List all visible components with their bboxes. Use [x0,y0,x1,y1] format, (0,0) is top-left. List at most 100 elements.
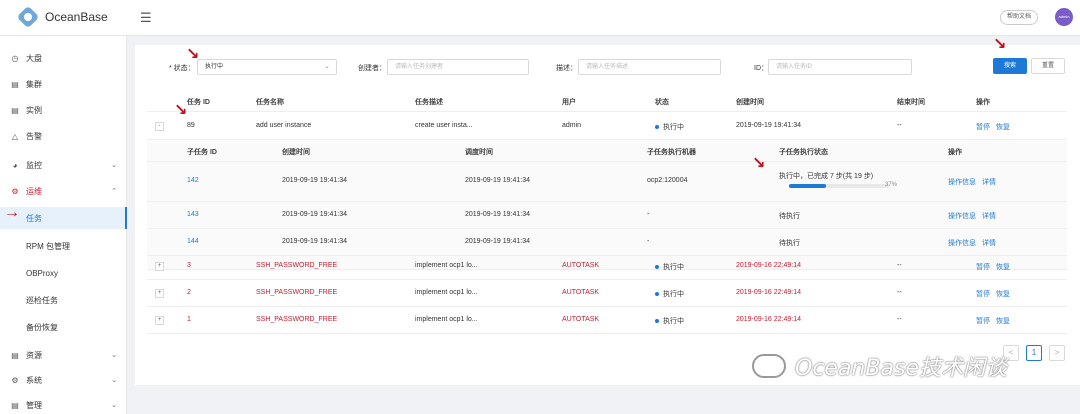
column-header: 子任务执行状态 [779,149,828,156]
task-ended: -- [897,316,902,323]
operation-info-link[interactable]: 操作信息 [948,213,976,220]
task-user: AUTOTASK [562,262,600,269]
logo[interactable]: OceanBase [16,5,108,29]
task-id: 3 [187,262,191,269]
avatar[interactable]: admin [1055,8,1073,26]
expand-icon[interactable]: + [155,289,164,298]
subtask-row[interactable]: 144 2019-09-19 19:41:34 2019-09-19 19:41… [147,229,1067,256]
task-name: SSH_PASSWORD_FREE [256,289,338,296]
sidebar-item-manage[interactable]: ▤ 管理 ⌄ [0,394,127,414]
sidebar-item-dashboard[interactable]: ◷ 大盘 [0,47,127,69]
subtask-scheduled: 2019-09-19 19:41:34 [465,177,530,184]
column-header: 创建时间 [282,149,310,156]
task-status: 执行中 [655,122,684,132]
table-row[interactable]: - 89 add user instance create user insta… [147,113,1067,140]
wrench-icon: ⚙ [11,186,19,196]
sidebar-item-ops[interactable]: ⚙ 运维 ⌃ [0,180,127,202]
help-docs-button[interactable]: 帮助文档 [1000,10,1039,25]
collapse-icon[interactable]: - [155,122,164,131]
status-select[interactable]: 执行中 ⌄ [197,59,337,75]
status-dot-icon [655,265,659,270]
sidebar-item-cluster[interactable]: ▤ 集群 [0,73,127,95]
sidebar-item-label: 告警 [26,131,42,141]
sidebar-item-backup[interactable]: 备份恢复 [0,316,127,338]
sidebar-item-resource[interactable]: ▤ 资源 ⌄ [0,344,127,366]
task-created: 2019-09-19 19:41:34 [736,122,801,129]
pause-link[interactable]: 暂停 [976,264,990,271]
table-row[interactable]: + 3 SSH_PASSWORD_FREE implement ocp1 lo.… [147,253,1067,280]
pause-link[interactable]: 暂停 [976,318,990,325]
description-input[interactable]: 请输入任务描述 [578,59,721,75]
sidebar-item-rpm[interactable]: RPM 包管理 [0,235,127,257]
dashboard-icon: ◕ [12,160,18,170]
column-header: 操作 [976,99,990,106]
subtask-row[interactable]: 143 2019-09-19 19:41:34 2019-09-19 19:41… [147,202,1067,229]
resume-link[interactable]: 恢复 [996,264,1010,271]
status-text: 执行中 [663,124,684,131]
main-panel: * 状态： 执行中 ⌄ 创建者： 请输入任务创建者 描述： 请输入任务描述 ID：… [135,45,1080,385]
sidebar-item-label: RPM 包管理 [26,241,70,251]
expand-icon[interactable]: + [155,316,164,325]
next-page-button[interactable]: > [1049,345,1065,361]
subtask-id-link[interactable]: 143 [187,211,199,218]
menu-toggle-icon[interactable]: ☰ [140,10,152,26]
detail-link[interactable]: 详情 [982,240,996,247]
subtask-state: 执行中，已完成 7 步(共 19 步) [779,173,874,180]
sidebar-item-monitor[interactable]: ◕ 监控 ⌄ [0,154,127,176]
annotation-arrow-icon: ↘ [752,155,766,172]
task-ended: -- [897,122,902,129]
sidebar-item-instance[interactable]: ▤ 实例 [0,99,127,121]
page-1-button[interactable]: 1 [1026,345,1042,361]
sidebar-item-label: OBProxy [26,268,59,278]
status-select-value: 执行中 [205,64,224,70]
search-button[interactable]: 搜索 [993,58,1027,74]
subtask-row[interactable]: 142 2019-09-19 19:41:34 2019-09-19 19:41… [147,162,1067,202]
task-ended: -- [897,262,902,269]
task-created: 2019-09-16 22:49:14 [736,289,801,296]
creator-input[interactable]: 请输入任务创建者 [387,59,529,75]
task-id: 2 [187,289,191,296]
cluster-icon: ▤ [11,79,19,89]
pause-link[interactable]: 暂停 [976,291,990,298]
sidebar-item-label: 资源 [26,350,42,360]
subtask-created: 2019-09-19 19:41:34 [282,177,347,184]
subtask-id-link[interactable]: 144 [187,238,199,245]
sidebar: ◷ 大盘 ▤ 集群 ▤ 实例 △ 告警 ◕ 监控 ⌄ ⚙ 运维 ⌃ 任务 RPM 包管理 OBP… [0,36,127,414]
sidebar-item-label: 集群 [26,79,42,89]
gear-icon: ⚙ [11,375,19,385]
status-filter-label: * 状态： [169,65,195,72]
operation-info-link[interactable]: 操作信息 [948,179,976,186]
sidebar-item-label: 系统 [26,375,42,385]
sidebar-item-inspection[interactable]: 巡检任务 [0,289,127,311]
annotation-arrow-icon: ↘ [993,36,1007,53]
sidebar-item-system[interactable]: ⚙ 系统 ⌄ [0,369,127,391]
pause-link[interactable]: 暂停 [976,124,990,131]
logo-text: OceanBase [45,10,108,24]
operation-info-link[interactable]: 操作信息 [948,240,976,247]
sidebar-item-obproxy[interactable]: OBProxy [0,262,127,284]
table-row[interactable]: + 2 SSH_PASSWORD_FREE implement ocp1 lo.… [147,280,1067,307]
subtask-table: 子任务 ID 创建时间 调度时间 子任务执行机器 子任务执行状态 操作 142 … [147,140,1067,270]
table-header: 任务 ID 任务名称 任务描述 用户 状态 创建时间 结束时间 操作 [147,90,1067,112]
expand-icon[interactable]: + [155,262,164,271]
detail-link[interactable]: 详情 [982,213,996,220]
task-status: 执行中 [655,316,684,326]
task-name: add user instance [256,122,312,129]
table-row[interactable]: + 1 SSH_PASSWORD_FREE implement ocp1 lo.… [147,307,1067,334]
status-dot-icon [655,292,659,297]
reset-button[interactable]: 重置 [1031,58,1065,74]
sidebar-item-alert[interactable]: △ 告警 [0,125,127,147]
resume-link[interactable]: 恢复 [996,291,1010,298]
subtask-created: 2019-09-19 19:41:34 [282,211,347,218]
sidebar-item-label: 巡检任务 [26,295,58,305]
id-input[interactable]: 请输入任务ID [768,59,912,75]
annotation-arrow-icon: → [4,204,20,221]
progress-bar [789,184,889,188]
oceanbase-logo-icon [16,5,40,29]
detail-link[interactable]: 详情 [982,179,996,186]
column-header: 子任务执行机器 [647,149,696,156]
resume-link[interactable]: 恢复 [996,318,1010,325]
resume-link[interactable]: 恢复 [996,124,1010,131]
subtask-header: 子任务 ID 创建时间 调度时间 子任务执行机器 子任务执行状态 操作 [147,140,1067,162]
subtask-id-link[interactable]: 142 [187,177,199,184]
